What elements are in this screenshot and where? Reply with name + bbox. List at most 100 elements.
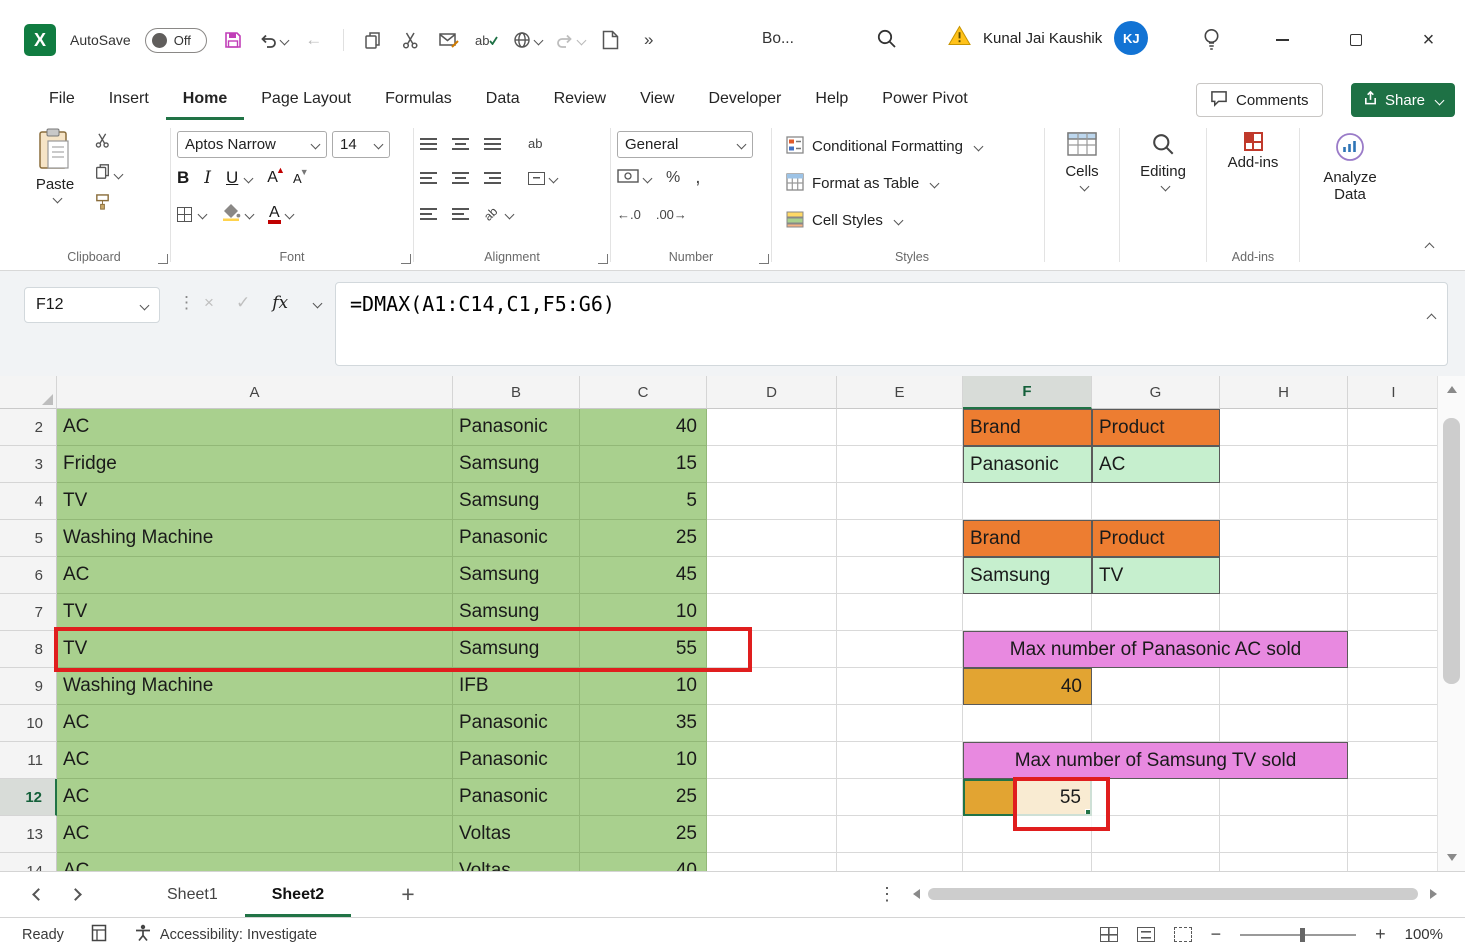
cell-H14[interactable]	[1220, 853, 1348, 871]
align-right-icon[interactable]	[484, 172, 501, 184]
ribbon-tab-formulas[interactable]: Formulas	[368, 80, 469, 120]
align-bottom-icon[interactable]	[484, 138, 501, 150]
font-dialog-launcher[interactable]	[401, 254, 411, 264]
close-button[interactable]: ×	[1392, 0, 1465, 80]
column-header-g[interactable]: G	[1092, 376, 1220, 409]
cell-B7[interactable]: Samsung	[453, 594, 580, 631]
cell-G9[interactable]	[1092, 668, 1220, 705]
addins-button[interactable]: Add-ins	[1213, 128, 1293, 171]
font-name-select[interactable]: Aptos Narrow	[177, 131, 327, 158]
v-scroll-thumb[interactable]	[1443, 418, 1460, 684]
avatar[interactable]: KJ	[1114, 21, 1148, 55]
cell-C12[interactable]: 25	[580, 779, 707, 816]
column-header-i[interactable]: I	[1348, 376, 1437, 409]
new-file-icon[interactable]	[599, 26, 623, 54]
cell-C14[interactable]: 40	[580, 853, 707, 871]
cell-D2[interactable]	[707, 409, 837, 446]
cell-G14[interactable]	[1092, 853, 1220, 871]
cell-F4[interactable]	[963, 483, 1092, 520]
ribbon-tab-power-pivot[interactable]: Power Pivot	[865, 80, 984, 120]
sheet-tab-sheet1[interactable]: Sheet1	[140, 872, 245, 917]
increase-indent-icon[interactable]	[452, 208, 469, 220]
cell-I3[interactable]	[1348, 446, 1437, 483]
cell-C7[interactable]: 10	[580, 594, 707, 631]
prev-sheet-icon[interactable]	[32, 888, 45, 901]
borders-dropdown-icon[interactable]	[198, 209, 208, 219]
ribbon-tab-review[interactable]: Review	[537, 80, 623, 120]
cell-G3[interactable]: AC	[1092, 446, 1220, 483]
cell-F11[interactable]: Max number of Samsung TV sold	[963, 742, 1348, 779]
cell-I2[interactable]	[1348, 409, 1437, 446]
accounting-format-icon[interactable]	[617, 169, 639, 188]
row-header-3[interactable]: 3	[0, 446, 57, 483]
normal-view-icon[interactable]	[1100, 927, 1118, 942]
font-color-icon[interactable]: A	[268, 205, 281, 224]
cell-D10[interactable]	[707, 705, 837, 742]
cell-G10[interactable]	[1092, 705, 1220, 742]
spelling-icon[interactable]: ab	[475, 26, 499, 54]
underline-dropdown-icon[interactable]	[244, 173, 254, 183]
scroll-left-icon[interactable]	[913, 889, 920, 899]
row-header-12[interactable]: 12	[0, 779, 57, 816]
collapse-ribbon-icon[interactable]	[1422, 240, 1433, 258]
cell-D11[interactable]	[707, 742, 837, 779]
cell-A10[interactable]: AC	[57, 705, 453, 742]
page-layout-view-icon[interactable]	[1137, 927, 1155, 942]
row-header-4[interactable]: 4	[0, 483, 57, 520]
orientation-dropdown-icon[interactable]	[505, 209, 515, 219]
cut-icon[interactable]	[399, 26, 423, 54]
share-button[interactable]: Share	[1351, 83, 1455, 117]
cell-H12[interactable]	[1220, 779, 1348, 816]
cell-C9[interactable]: 10	[580, 668, 707, 705]
ribbon-tab-home[interactable]: Home	[166, 80, 244, 120]
sheet-stats-icon[interactable]	[91, 924, 107, 946]
cell-H5[interactable]	[1220, 520, 1348, 557]
alignment-dialog-launcher[interactable]	[598, 254, 608, 264]
cell-I7[interactable]	[1348, 594, 1437, 631]
cancel-icon[interactable]: ×	[204, 293, 214, 313]
name-box[interactable]: F12	[24, 287, 160, 323]
collapse-formula-bar-icon[interactable]	[1424, 305, 1435, 329]
format-painter-button[interactable]	[94, 194, 122, 216]
scroll-up-icon[interactable]	[1447, 386, 1457, 393]
accessibility-status[interactable]: Accessibility: Investigate	[134, 924, 317, 946]
align-middle-icon[interactable]	[452, 138, 469, 150]
vertical-scrollbar[interactable]	[1437, 376, 1465, 871]
cell-F8[interactable]: Max number of Panasonic AC sold	[963, 631, 1348, 668]
cell-styles-button[interactable]: Cell Styles	[786, 202, 1038, 239]
row-header-8[interactable]: 8	[0, 631, 57, 668]
cell-F14[interactable]	[963, 853, 1092, 871]
cell-H13[interactable]	[1220, 816, 1348, 853]
fill-color-icon[interactable]	[221, 202, 241, 226]
cell-E14[interactable]	[837, 853, 963, 871]
cell-A6[interactable]: AC	[57, 557, 453, 594]
bold-button[interactable]: B	[177, 168, 189, 188]
decrease-indent-icon[interactable]	[420, 208, 437, 220]
ribbon-tab-help[interactable]: Help	[798, 80, 865, 120]
increase-font-icon[interactable]: A▲	[267, 169, 278, 187]
ribbon-tab-data[interactable]: Data	[469, 80, 537, 120]
enter-icon[interactable]: ✓	[236, 293, 250, 313]
cell-E5[interactable]	[837, 520, 963, 557]
cell-A5[interactable]: Washing Machine	[57, 520, 453, 557]
cell-G6[interactable]: TV	[1092, 557, 1220, 594]
page-break-view-icon[interactable]	[1174, 927, 1192, 942]
excel-logo-icon[interactable]: X	[24, 24, 56, 56]
cell-D9[interactable]	[707, 668, 837, 705]
cell-H6[interactable]	[1220, 557, 1348, 594]
paste-button[interactable]: Paste	[24, 128, 86, 216]
cell-D12[interactable]	[707, 779, 837, 816]
cell-I13[interactable]	[1348, 816, 1437, 853]
cell-H2[interactable]	[1220, 409, 1348, 446]
sheet-options-icon[interactable]: ⋮	[878, 884, 896, 905]
cell-E13[interactable]	[837, 816, 963, 853]
cell-B9[interactable]: IFB	[453, 668, 580, 705]
zoom-slider[interactable]	[1240, 934, 1356, 936]
h-scroll-track[interactable]	[926, 887, 1424, 901]
zoom-slider-thumb[interactable]	[1300, 928, 1305, 942]
cells-button[interactable]: Cells	[1051, 128, 1113, 190]
cell-B2[interactable]: Panasonic	[453, 409, 580, 446]
cell-I14[interactable]	[1348, 853, 1437, 871]
cell-F10[interactable]	[963, 705, 1092, 742]
cell-E9[interactable]	[837, 668, 963, 705]
